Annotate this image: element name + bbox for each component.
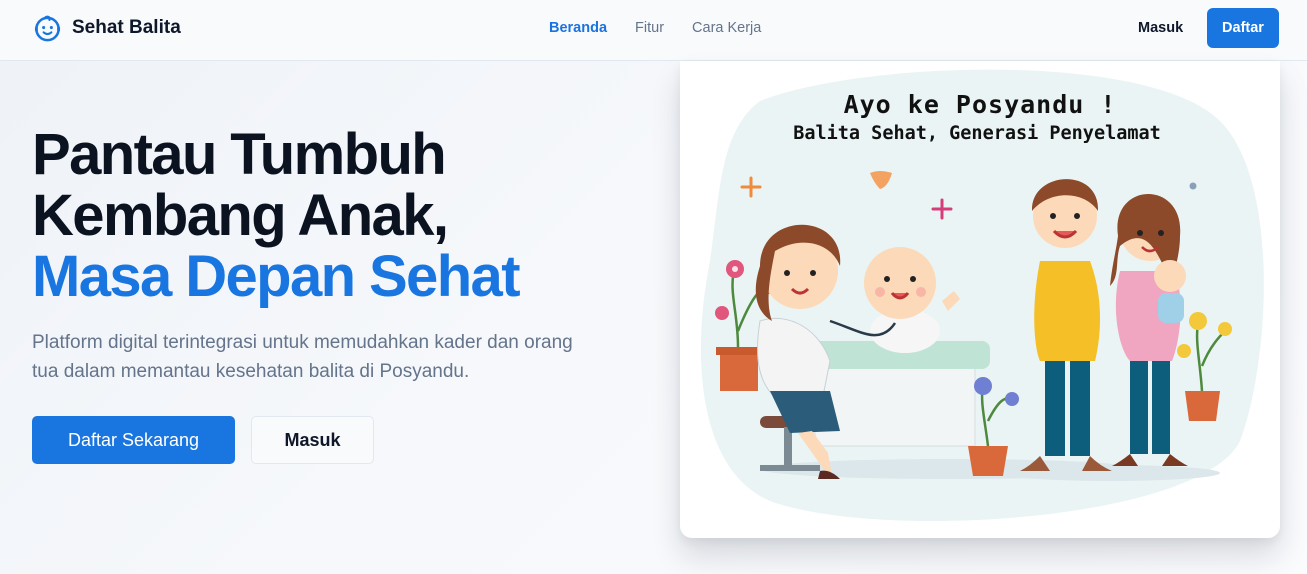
hero-title: Pantau Tumbuh Kembang Anak, Masa Depan S… — [32, 124, 652, 307]
signup-now-button[interactable]: Daftar Sekarang — [32, 416, 235, 464]
poster-title: Ayo ke Posyandu ! — [843, 90, 1117, 119]
nav-link-fitur[interactable]: Fitur — [635, 20, 664, 36]
baby-face-icon — [34, 15, 61, 41]
nav-link-cara-kerja[interactable]: Cara Kerja — [692, 20, 761, 36]
main-nav: Beranda Fitur Cara Kerja — [549, 20, 789, 36]
login-link[interactable]: Masuk — [1138, 20, 1183, 36]
posyandu-illustration: Ayo ke Posyandu ! Balita Sehat, Generasi… — [680, 61, 1280, 538]
hero-login-button[interactable]: Masuk — [251, 416, 374, 464]
brand-name: Sehat Balita — [72, 17, 181, 38]
hero-title-line-1: Pantau Tumbuh — [32, 122, 447, 187]
nav-link-beranda[interactable]: Beranda — [549, 20, 607, 36]
hero-title-accent: Masa Depan Sehat — [32, 244, 521, 309]
brand-logo-link[interactable]: Sehat Balita — [33, 13, 181, 43]
top-navbar: Sehat Balita Beranda Fitur Cara Kerja Ma… — [0, 0, 1307, 61]
hero-title-line-2: Kembang Anak, — [32, 183, 449, 248]
hero-description: Platform digital terintegrasi untuk memu… — [32, 332, 573, 382]
poster-subtitle: Balita Sehat, Generasi Penyelamat — [793, 123, 1161, 144]
register-button[interactable]: Daftar — [1207, 8, 1279, 48]
